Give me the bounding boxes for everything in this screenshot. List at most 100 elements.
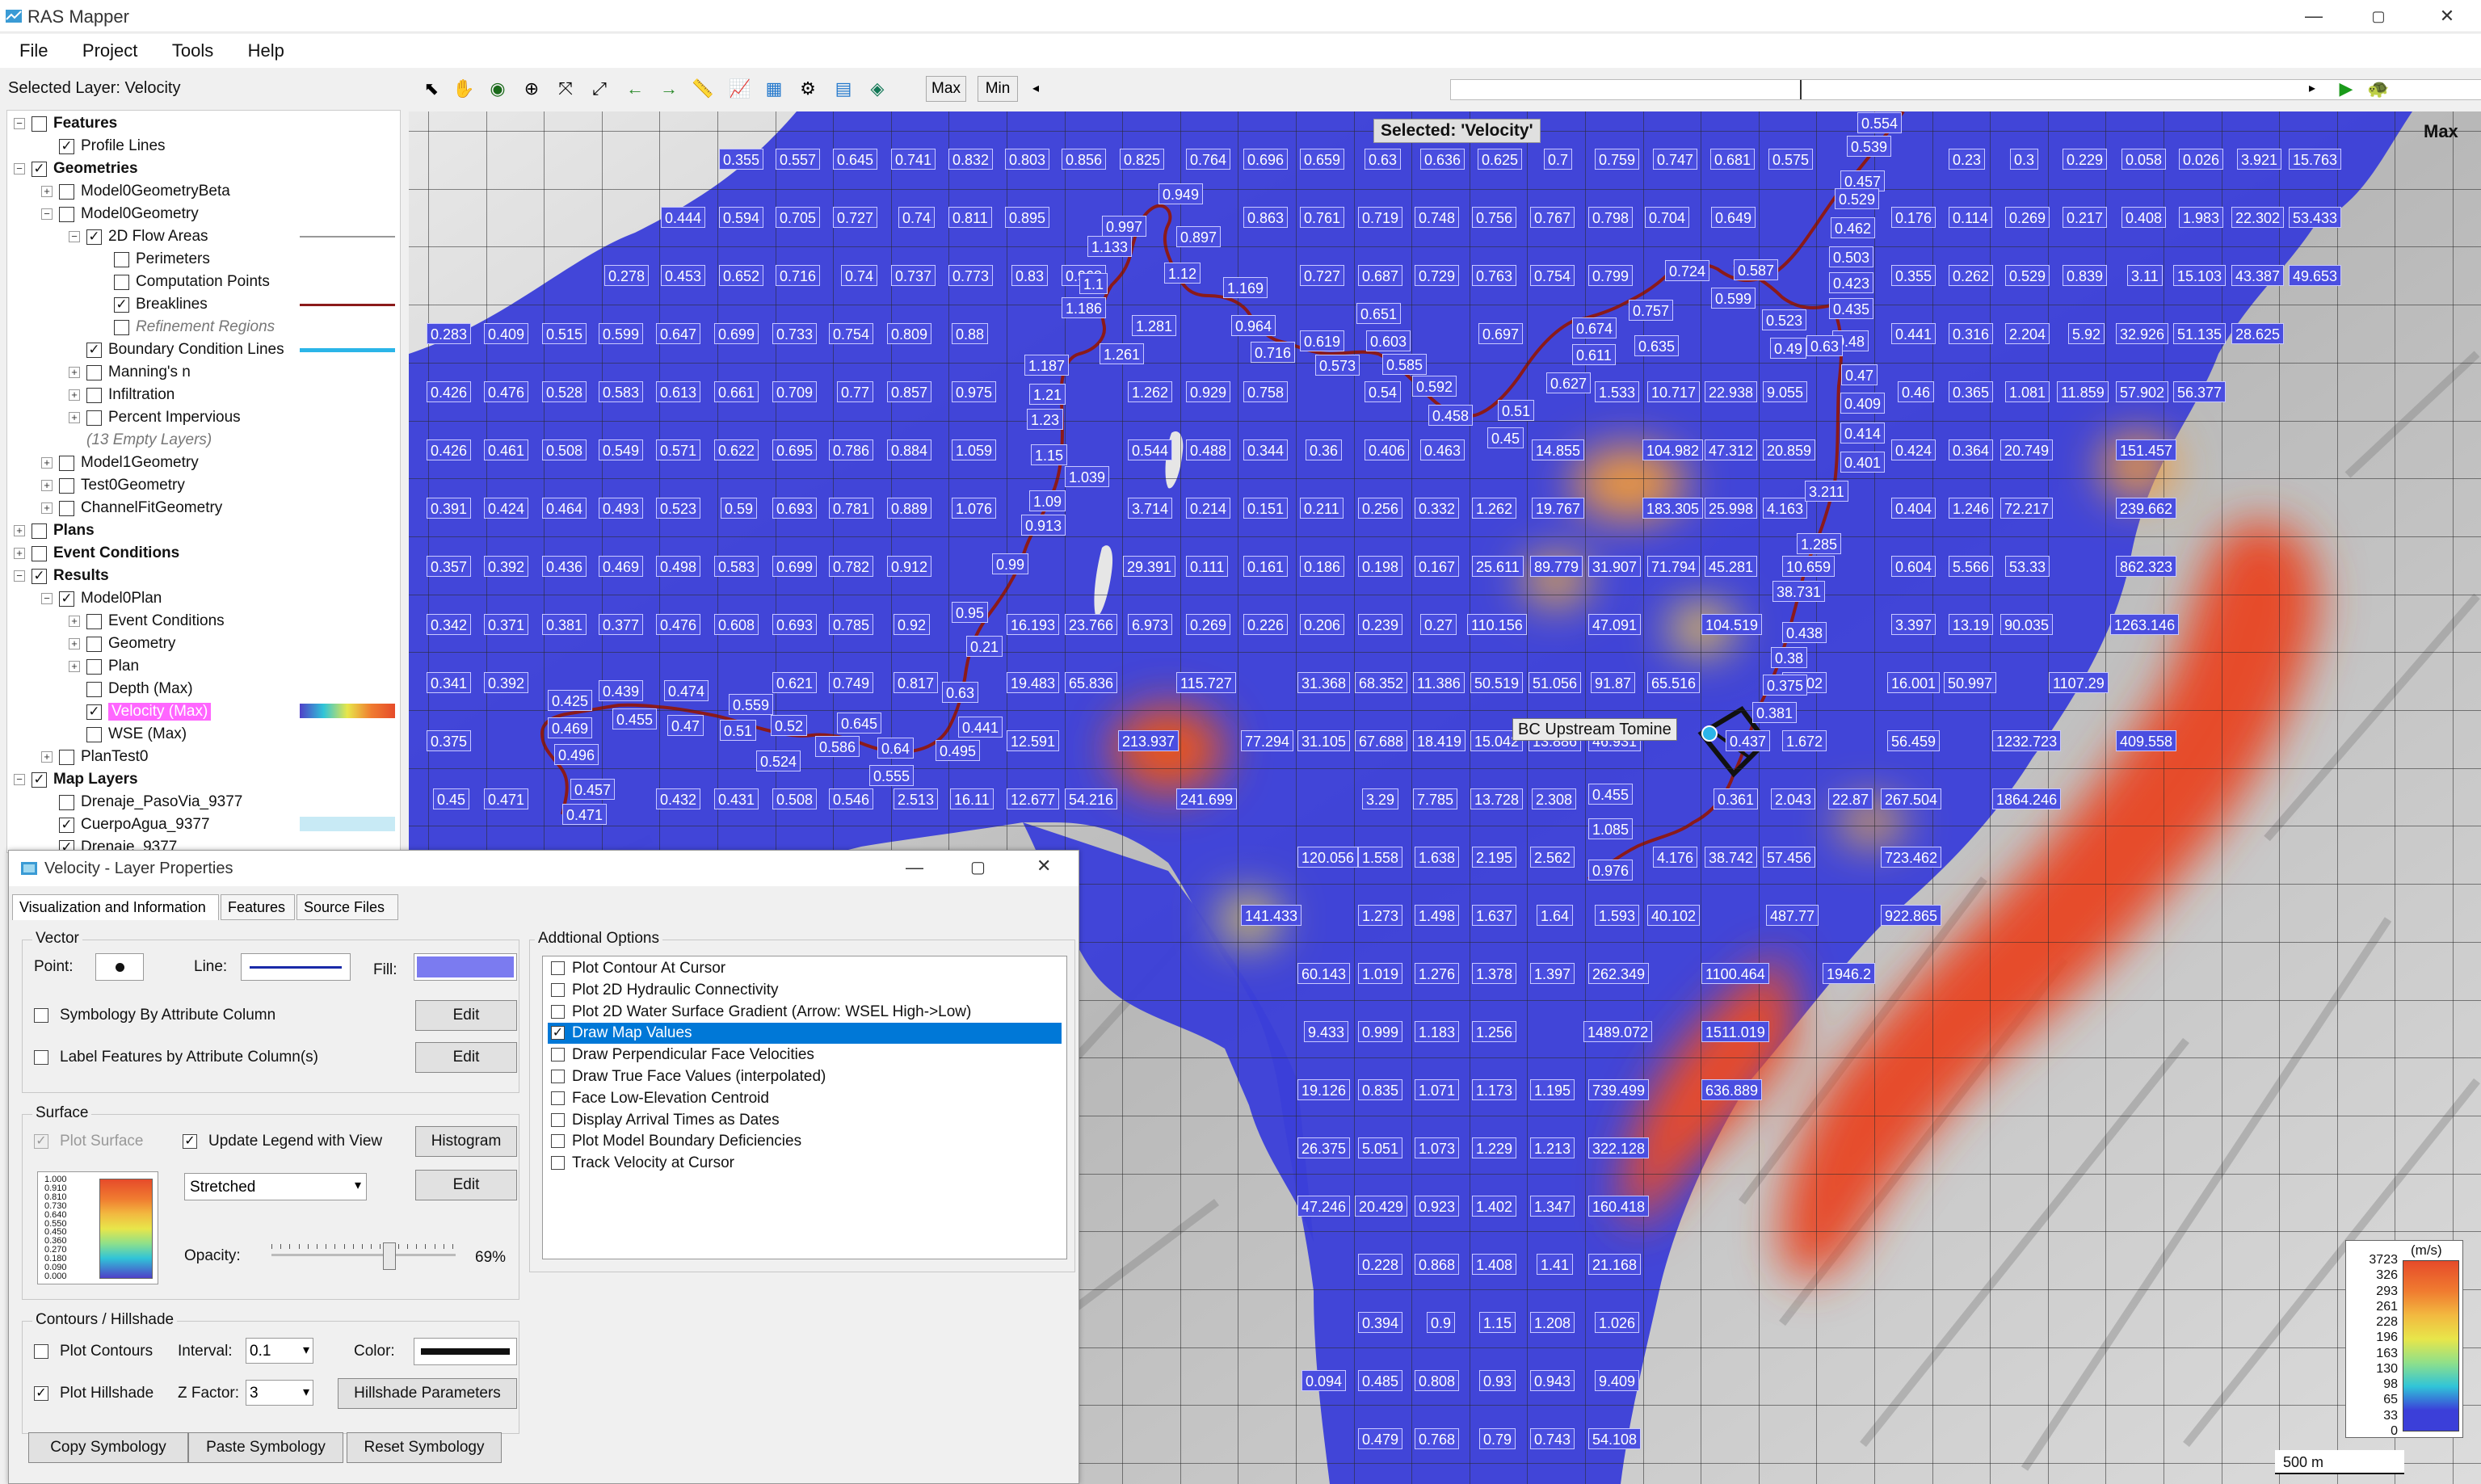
tree-node[interactable]: ✓ Velocity (Max): [69, 700, 212, 723]
tree-node[interactable]: ✓ Profile Lines: [41, 135, 166, 158]
tree-node-checkbox[interactable]: ✓: [59, 138, 74, 154]
label-features-checkbox[interactable]: [34, 1050, 48, 1065]
option-checkbox[interactable]: ✓: [551, 1026, 565, 1040]
copy-symbology-button[interactable]: Copy Symbology: [28, 1432, 188, 1463]
maximize-button[interactable]: ▢: [2351, 0, 2406, 32]
tree-node[interactable]: + Plan: [69, 655, 139, 678]
tree-node-checkbox[interactable]: [86, 726, 102, 742]
close-button[interactable]: ✕: [2420, 0, 2475, 32]
expand-icon[interactable]: +: [69, 367, 80, 378]
max-button[interactable]: Max: [926, 76, 966, 102]
option-checkbox[interactable]: [551, 1156, 565, 1171]
option-row[interactable]: Display Arrival Times as Dates: [548, 1110, 1062, 1131]
expand-icon[interactable]: +: [69, 638, 80, 650]
tab-source-files[interactable]: Source Files: [296, 894, 398, 920]
zoom-extent-icon[interactable]: ⤧: [554, 78, 577, 100]
tree-node[interactable]: + Model1Geometry: [41, 452, 199, 474]
measure-icon[interactable]: 📏: [692, 78, 714, 100]
zoom-in-icon[interactable]: ⊕: [520, 78, 543, 100]
back-arrow-icon[interactable]: ←: [624, 78, 646, 100]
tree-node[interactable]: + Event Conditions: [69, 610, 225, 633]
menu-file[interactable]: File: [19, 40, 48, 61]
expand-icon[interactable]: +: [69, 412, 80, 423]
tree-node-checkbox[interactable]: ✓: [86, 704, 102, 720]
collapse-icon[interactable]: −: [14, 774, 25, 785]
tab-features[interactable]: Features: [221, 894, 295, 920]
tree-node[interactable]: + Infiltration: [69, 384, 175, 406]
surface-edit-button[interactable]: Edit: [415, 1170, 517, 1200]
option-row[interactable]: Track Velocity at Cursor: [548, 1153, 1062, 1174]
zfactor-select[interactable]: 3 ▾: [246, 1380, 313, 1406]
tree-node[interactable]: − Features: [14, 112, 117, 135]
tree-node-checkbox[interactable]: [59, 794, 74, 810]
collapse-icon[interactable]: −: [14, 163, 25, 174]
tree-node[interactable]: + Percent Impervious: [69, 406, 241, 429]
collapse-icon[interactable]: −: [14, 570, 25, 582]
tree-node-checkbox[interactable]: [114, 274, 129, 290]
tree-node-checkbox[interactable]: [59, 500, 74, 516]
tree-node-checkbox[interactable]: [32, 116, 47, 132]
tree-node-checkbox[interactable]: [86, 636, 102, 652]
collapse-icon[interactable]: −: [69, 231, 80, 242]
tree-node[interactable]: + Manning's n: [69, 361, 191, 384]
tree-node-checkbox[interactable]: [86, 658, 102, 675]
play-icon[interactable]: ▶: [2335, 78, 2357, 100]
expand-icon[interactable]: +: [41, 502, 53, 514]
opacity-slider-thumb[interactable]: [383, 1242, 397, 1270]
tree-node-checkbox[interactable]: [59, 183, 74, 200]
tree-node-checkbox[interactable]: [86, 364, 102, 380]
plot-contours-checkbox[interactable]: [34, 1344, 48, 1359]
expand-icon[interactable]: +: [41, 480, 53, 491]
tree-node[interactable]: ✓ CuerpoAgua_9377: [41, 813, 210, 836]
3d-view-icon[interactable]: ◈: [866, 78, 889, 100]
option-row[interactable]: Draw True Face Values (interpolated): [548, 1066, 1062, 1087]
paste-symbology-button[interactable]: Paste Symbology: [188, 1432, 343, 1463]
profile-plot-icon[interactable]: 📈: [729, 78, 751, 100]
tree-node[interactable]: Perimeters: [96, 248, 210, 271]
tree-node[interactable]: Refinement Regions: [96, 316, 275, 338]
tree-node[interactable]: + Geometry: [69, 633, 175, 655]
menu-tools[interactable]: Tools: [172, 40, 213, 61]
tree-node-checkbox[interactable]: ✓: [32, 161, 47, 177]
tree-node[interactable]: − ✓ Model0Plan: [41, 587, 162, 610]
web-imagery-icon[interactable]: ▤: [832, 78, 855, 100]
forward-arrow-icon[interactable]: →: [658, 78, 680, 100]
collapse-icon[interactable]: −: [41, 593, 53, 604]
time-slider-thumb[interactable]: [1800, 80, 1802, 99]
update-legend-checkbox[interactable]: ✓: [183, 1134, 197, 1149]
tree-node-checkbox[interactable]: ✓: [32, 568, 47, 584]
tree-node-checkbox[interactable]: ✓: [86, 229, 102, 245]
tree-node[interactable]: + PlanTest0: [41, 746, 148, 768]
tree-node-checkbox[interactable]: [86, 410, 102, 426]
option-checkbox[interactable]: [551, 961, 565, 975]
additional-options-list[interactable]: Plot Contour At Cursor Plot 2D Hydraulic …: [542, 956, 1067, 1259]
tree-node-checkbox[interactable]: [86, 681, 102, 697]
expand-icon[interactable]: +: [41, 457, 53, 469]
map-layer-icon[interactable]: ▦: [763, 78, 785, 100]
full-extent-icon[interactable]: ⤢: [588, 78, 611, 100]
dialog-maximize-button[interactable]: ▢: [970, 857, 986, 877]
tree-node[interactable]: Computation Points: [96, 271, 270, 293]
tree-node[interactable]: − ✓ Geometries: [14, 158, 138, 180]
option-row[interactable]: Plot 2D Hydraulic Connectivity: [548, 980, 1062, 1001]
time-slider[interactable]: [1450, 79, 2481, 100]
select-arrow-icon[interactable]: ⬉: [420, 78, 443, 100]
option-checkbox[interactable]: [551, 1091, 565, 1105]
fill-style-swatch[interactable]: [414, 953, 517, 981]
tree-node[interactable]: − Model0Geometry: [41, 203, 199, 225]
dialog-minimize-button[interactable]: —: [906, 857, 923, 878]
tree-node[interactable]: + ChannelFitGeometry: [41, 497, 222, 519]
pan-hand-icon[interactable]: ✋: [452, 78, 475, 100]
tree-node-checkbox[interactable]: ✓: [59, 817, 74, 833]
min-button[interactable]: Min: [978, 76, 1018, 102]
line-style-swatch[interactable]: [241, 953, 351, 981]
tree-node[interactable]: ✓ Boundary Condition Lines: [69, 338, 284, 361]
tree-node-checkbox[interactable]: ✓: [114, 296, 129, 313]
expand-icon[interactable]: +: [41, 186, 53, 197]
tree-node[interactable]: ✓ Breaklines: [96, 293, 208, 316]
option-row[interactable]: Draw Perpendicular Face Velocities: [548, 1045, 1062, 1066]
time-forward-icon[interactable]: ▸: [2301, 78, 2323, 100]
tree-node[interactable]: − ✓ 2D Flow Areas: [69, 225, 208, 248]
option-row[interactable]: ✓ Draw Map Values: [548, 1023, 1062, 1045]
option-checkbox[interactable]: [551, 1134, 565, 1149]
